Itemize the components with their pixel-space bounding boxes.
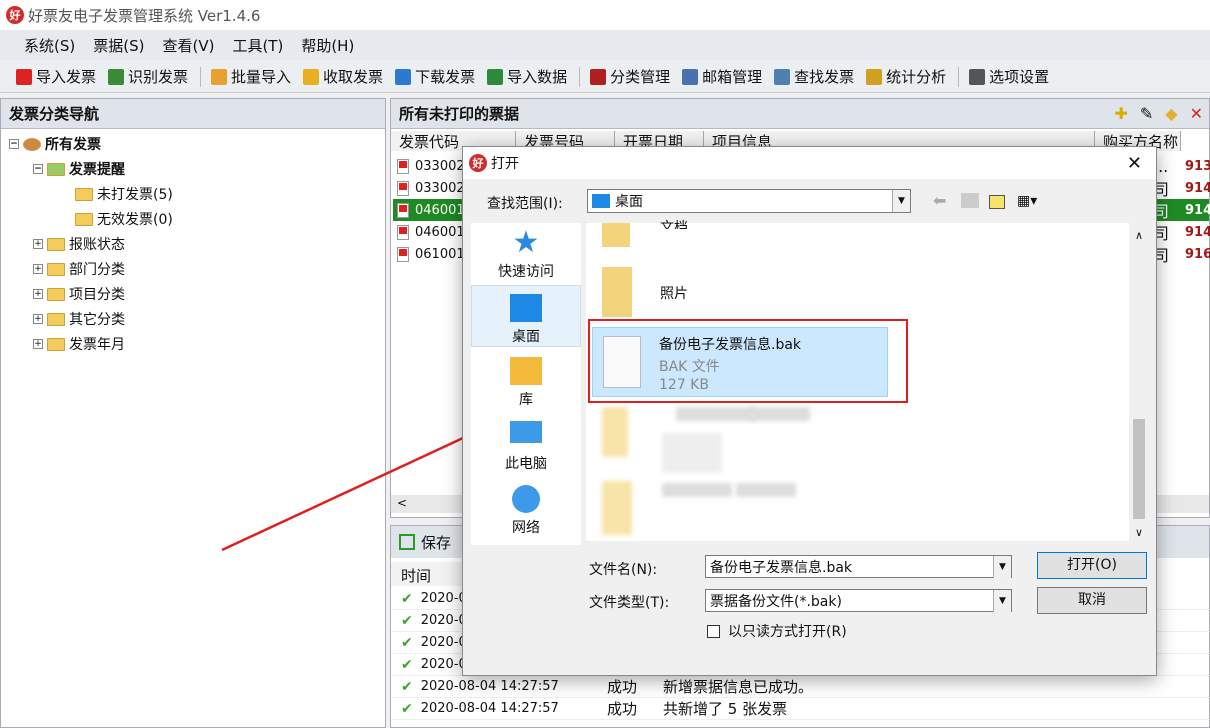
place-network[interactable]: 网络	[471, 485, 581, 537]
network-icon	[512, 485, 540, 513]
cancel-button[interactable]: 取消	[1037, 587, 1147, 614]
blurred-icon	[602, 481, 632, 535]
blurred-icon	[602, 407, 628, 457]
folder-icon	[602, 267, 632, 317]
readonly-checkbox[interactable]	[707, 624, 720, 638]
place-label: 快速访问	[498, 264, 554, 280]
computer-icon	[510, 421, 542, 443]
place-desktop[interactable]: 桌面	[471, 285, 581, 347]
place-quick-access[interactable]: ★ 快速访问	[471, 225, 581, 281]
blurred-text	[736, 483, 796, 497]
filename-value: 备份电子发票信息.bak	[710, 559, 853, 576]
open-file-dialog: 好 打开 ✕ 查找范围(I): 桌面 ▼ ⬅ ▦▾ ★ 快速访问 桌面 库 此电脑…	[462, 146, 1157, 676]
blurred-text	[662, 483, 732, 497]
new-folder-icon[interactable]	[989, 195, 1005, 209]
file-name[interactable]: 照片	[660, 283, 688, 303]
scroll-down-icon[interactable]: ∨	[1129, 526, 1149, 539]
lookin-select[interactable]: 桌面 ▼	[587, 189, 911, 213]
dialog-title: 打开	[491, 156, 519, 172]
readonly-checkbox-row[interactable]: 以只读方式打开(R)	[707, 621, 847, 641]
dropdown-icon[interactable]: ▼	[993, 590, 1011, 612]
back-icon[interactable]: ⬅	[933, 191, 946, 210]
filetype-select[interactable]: 票据备份文件(*.bak) ▼	[705, 589, 1012, 612]
place-library[interactable]: 库	[471, 357, 581, 409]
scrollbar-thumb[interactable]	[1133, 419, 1145, 519]
scroll-up-icon[interactable]: ∧	[1129, 229, 1149, 242]
readonly-label: 以只读方式打开(R)	[728, 624, 847, 640]
place-label: 桌面	[512, 329, 540, 345]
blurred-text	[750, 407, 810, 421]
filename-input[interactable]: 备份电子发票信息.bak ▼	[705, 555, 1012, 578]
filetype-value: 票据备份文件(*.bak)	[710, 593, 842, 610]
view-menu-icon[interactable]: ▦▾	[1017, 193, 1037, 209]
dialog-title-bar: 好 打开 ✕	[463, 147, 1156, 179]
blurred-text	[676, 407, 756, 421]
place-label: 库	[519, 392, 533, 408]
desktop-icon	[510, 294, 542, 322]
up-folder-icon[interactable]	[961, 193, 979, 208]
app-logo-icon: 好	[469, 154, 487, 172]
blurred-text	[662, 433, 722, 473]
filetype-label: 文件类型(T):	[589, 595, 670, 611]
file-name[interactable]: 文档	[660, 217, 688, 229]
close-icon[interactable]: ✕	[1127, 153, 1142, 174]
star-icon: ★	[512, 225, 540, 260]
dropdown-icon: ▼	[892, 190, 910, 212]
open-button[interactable]: 打开(O)	[1037, 552, 1147, 579]
place-label: 此电脑	[505, 456, 547, 472]
file-list: 文档 照片 备份电子发票信息.bak BAK 文件 127 KB ∧ ∨	[586, 220, 1149, 541]
folder-icon	[602, 223, 630, 247]
filename-label: 文件名(N):	[589, 562, 658, 578]
places-bar: ★ 快速访问 桌面 库 此电脑 网络	[471, 223, 581, 545]
desktop-icon	[592, 194, 610, 208]
lookin-value: 桌面	[615, 194, 643, 210]
library-icon	[510, 357, 542, 385]
highlight-box	[588, 319, 908, 403]
place-label: 网络	[512, 520, 540, 536]
vertical-scrollbar[interactable]: ∧ ∨	[1129, 223, 1149, 541]
dropdown-icon[interactable]: ▼	[993, 556, 1011, 578]
lookin-label: 查找范围(I):	[487, 196, 563, 212]
place-this-pc[interactable]: 此电脑	[471, 421, 581, 473]
